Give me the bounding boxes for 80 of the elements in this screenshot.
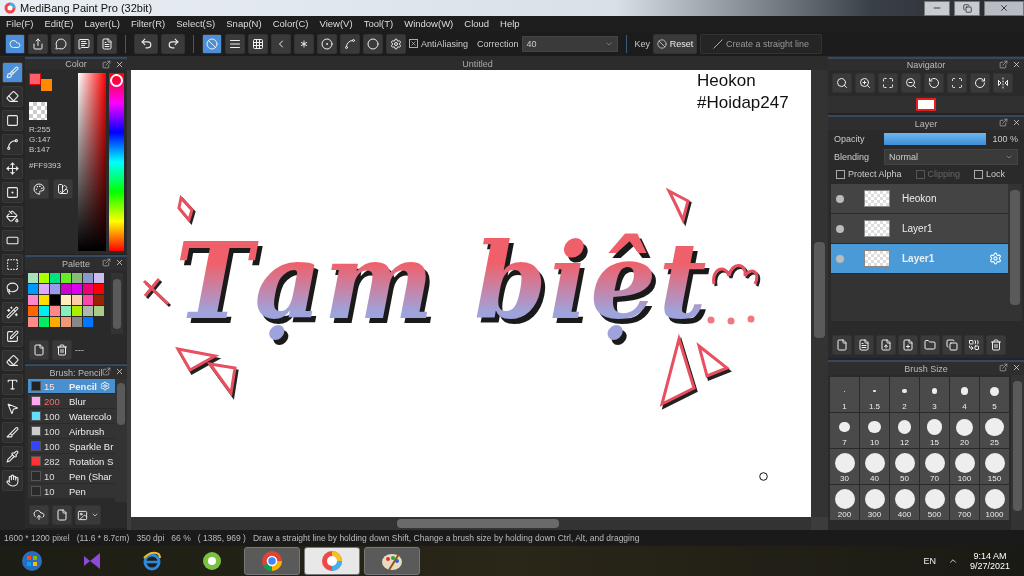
brush-row[interactable]: 282 Rotation S — [28, 454, 115, 469]
menu-item[interactable]: Filter(R) — [130, 18, 166, 29]
brush-size-option[interactable]: 1000 — [980, 485, 1009, 520]
brush-size-option[interactable]: 3 — [920, 377, 949, 412]
brush-size-option[interactable]: 10 — [860, 413, 889, 448]
brush-row[interactable]: 200 Blur — [28, 394, 115, 409]
opacity-value: 100 % — [992, 134, 1018, 144]
language-indicator[interactable]: EN — [923, 556, 936, 566]
menu-item[interactable]: Layer(L) — [84, 18, 120, 29]
status-text: 1600 * 1200 pixel — [4, 533, 70, 543]
brush-size-option[interactable]: 700 — [950, 485, 979, 520]
brush-size-option[interactable]: 400 — [890, 485, 919, 520]
rgb-value: G:147 — [29, 135, 52, 144]
brush-size-option[interactable]: 25 — [980, 413, 1009, 448]
brush-row[interactable]: 100 Sparkle Br — [28, 439, 115, 454]
reset-button[interactable]: Reset — [653, 33, 698, 54]
straight-line-button[interactable]: Create a straight line — [700, 33, 823, 54]
brush-row[interactable]: 100 Watercolo — [28, 409, 115, 424]
menu-item[interactable]: Edit(E) — [44, 18, 74, 29]
key-label: Key — [634, 38, 651, 49]
brush-row[interactable]: 100 Airbrush — [28, 424, 115, 439]
menu-item[interactable]: Cloud — [464, 18, 490, 29]
status-text: (11.6 * 8.7cm) — [76, 533, 130, 543]
menu-item[interactable]: File(F) — [6, 18, 34, 29]
canvas-text: Heokon #Hoidap247 — [697, 70, 789, 114]
menu-item[interactable]: Tool(T) — [363, 18, 394, 29]
correction-label: Correction — [477, 38, 519, 49]
brush-row[interactable]: 10 Pen (Shar — [28, 469, 115, 484]
brush-size-option[interactable]: 20 — [950, 413, 979, 448]
rgb-value: R:255 — [29, 125, 52, 134]
brush-size-option[interactable]: 100 — [950, 449, 979, 484]
brush-size-option[interactable]: 2 — [890, 377, 919, 412]
blending-label: Blending — [834, 152, 871, 162]
brush-size-option[interactable]: 300 — [860, 485, 889, 520]
menu-item[interactable]: View(V) — [319, 18, 353, 29]
clock[interactable]: 9:14 AM 9/27/2021 — [969, 551, 1010, 571]
brush-size-option[interactable]: 70 — [920, 449, 949, 484]
brush-size-option[interactable]: 150 — [980, 449, 1009, 484]
menu-item[interactable]: Window(W) — [404, 18, 454, 29]
brush-size-option[interactable]: 4 — [950, 377, 979, 412]
checkbox-label: AntiAliasing — [421, 38, 469, 49]
checkbox-label: Lock — [986, 169, 1006, 179]
status-text: ( 1385, 969 ) — [197, 533, 246, 543]
layer-row[interactable]: Heokon — [831, 184, 1008, 214]
brush-size-option[interactable]: 30 — [830, 449, 859, 484]
brush-size-option[interactable]: 15 — [920, 413, 949, 448]
panel-title: Color — [65, 59, 87, 69]
document-tab[interactable]: Untitled — [462, 58, 493, 69]
menu-item[interactable]: Color(C) — [272, 18, 309, 29]
hex-value: #FF9393 — [29, 161, 63, 170]
panel-title: Brush Size — [904, 363, 948, 374]
brush-size-option[interactable]: 12 — [890, 413, 919, 448]
correction-dropdown[interactable]: 40 — [521, 35, 618, 52]
brush-size-option[interactable]: 1.5 — [860, 377, 889, 412]
panel-title: Navigator — [906, 59, 946, 70]
brush-size-option[interactable]: 1 — [830, 377, 859, 412]
menu-item[interactable]: Help — [500, 18, 520, 29]
brush-size-option[interactable]: 7 — [830, 413, 859, 448]
palette-name: --- — [75, 345, 84, 355]
menu-item[interactable]: Snap(N) — [226, 18, 262, 29]
panel-title: Layer — [914, 118, 938, 129]
checkbox-label: Protect Alpha — [848, 169, 902, 179]
status-text: 350 dpi — [136, 533, 165, 543]
opacity-label: Opacity — [834, 134, 866, 144]
status-text: Draw a straight line by holding down Shift, Change a brush size by holding down Ctrl, Alt, and dragging — [252, 533, 640, 543]
rgb-value: B:147 — [29, 145, 51, 154]
panel-title: Palette — [62, 258, 90, 269]
canvas[interactable]: Heokon #Hoidap247 Tạm biệt — [131, 70, 811, 517]
window-title: MediBang Paint Pro (32bit) — [20, 2, 154, 14]
brush-size-option[interactable]: 40 — [860, 449, 889, 484]
brush-size-option[interactable]: 200 — [830, 485, 859, 520]
menu-item[interactable]: Select(S) — [176, 18, 216, 29]
brush-size-option[interactable]: 50 — [890, 449, 919, 484]
layer-row[interactable]: Layer1 — [831, 214, 1008, 244]
panel-title: Brush: Pencil — [49, 367, 103, 378]
blending-dropdown[interactable]: Normal — [884, 149, 1018, 165]
brush-row[interactable]: 10 Pen — [28, 484, 115, 499]
brush-size-option[interactable]: 500 — [920, 485, 949, 520]
status-text: 66 % — [171, 533, 191, 543]
brush-size-option[interactable]: 5 — [980, 377, 1009, 412]
